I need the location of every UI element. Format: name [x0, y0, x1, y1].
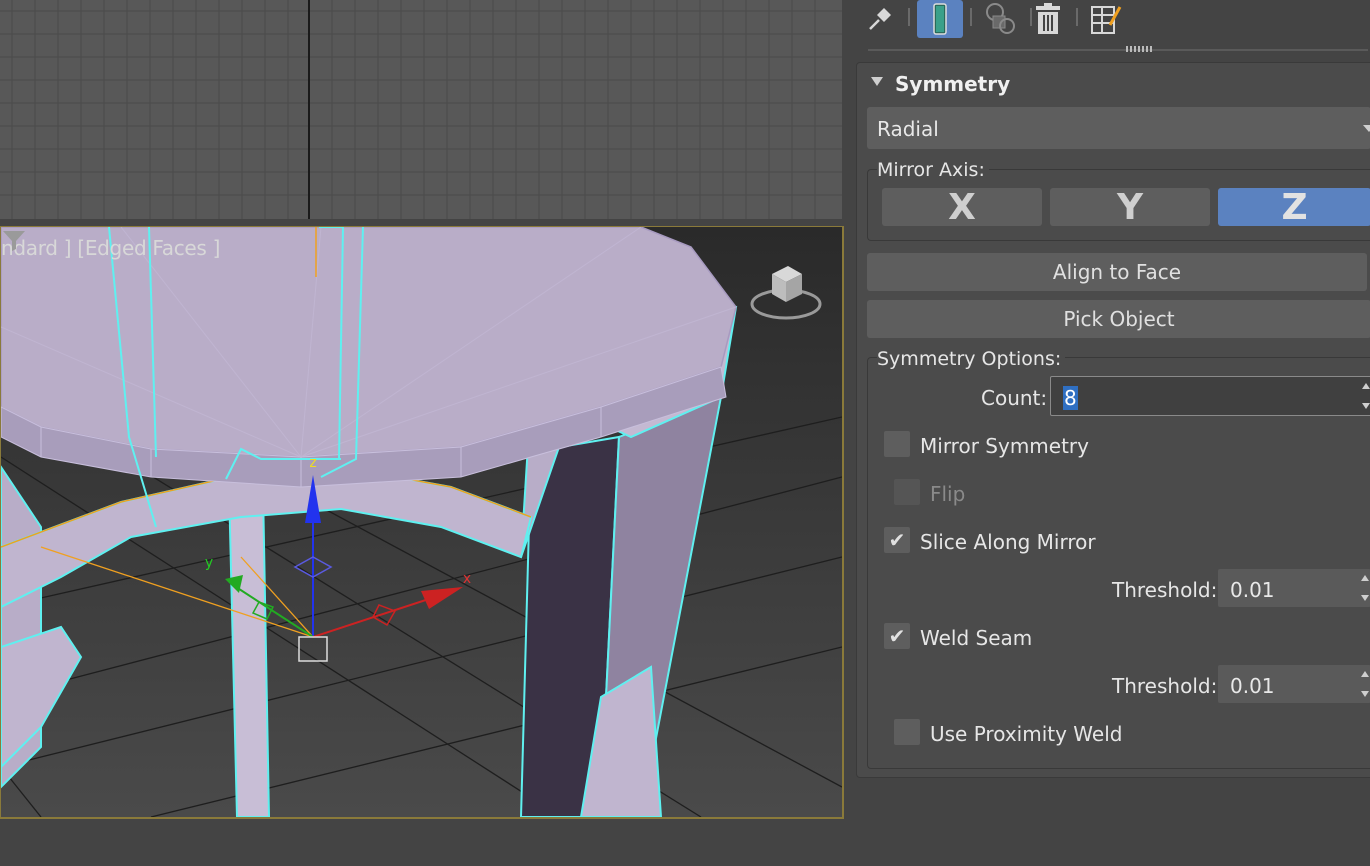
configure-sets-icon: [1091, 6, 1122, 34]
slice-along-mirror-label: Slice Along Mirror: [920, 530, 1096, 554]
toolbar-separator: [970, 8, 972, 26]
perspective-viewport[interactable]: z y x ndard ] [Edged Faces ]: [0, 226, 844, 819]
rollout-header[interactable]: Symmetry: [857, 63, 1370, 103]
weld-threshold-label: Threshold:: [1112, 674, 1218, 698]
make-unique-icon: [986, 3, 1015, 34]
symmetry-mode-dropdown[interactable]: Radial: [867, 107, 1370, 149]
mirror-symmetry-checkbox[interactable]: [884, 431, 910, 457]
weld-threshold-value[interactable]: 0.01: [1230, 674, 1275, 698]
slice-threshold-label: Threshold:: [1112, 578, 1218, 602]
use-proximity-weld-label: Use Proximity Weld: [930, 722, 1123, 746]
make-unique-button[interactable]: [978, 0, 1022, 38]
axis-x-button[interactable]: X: [882, 187, 1042, 228]
slice-along-mirror-checkbox[interactable]: ✔: [884, 527, 910, 553]
checkmark-icon: ✔: [888, 528, 906, 552]
checkmark-icon: ✔: [888, 624, 906, 648]
configure-modifier-sets-button[interactable]: [1084, 0, 1128, 38]
toolbar-separator: [1076, 8, 1078, 26]
weld-threshold-spinner[interactable]: 0.01: [1218, 665, 1370, 703]
top-viewport-grid: [0, 0, 842, 219]
command-panel: Symmetry Radial Mirror Axis: X Y Z Align…: [848, 0, 1370, 866]
spinner-arrows-icon[interactable]: [1362, 383, 1370, 409]
gizmo-x-label: x: [463, 571, 471, 587]
mirror-axis-label: Mirror Axis:: [877, 159, 989, 181]
perspective-scene: z y x: [1, 227, 842, 817]
pin-icon: [869, 8, 891, 30]
rollout-title: Symmetry: [895, 72, 1011, 96]
spinner-arrows-icon[interactable]: [1361, 671, 1369, 697]
show-end-result-button[interactable]: [917, 0, 963, 38]
symmetry-rollout: Symmetry Radial Mirror Axis: X Y Z Align…: [856, 62, 1370, 778]
viewcube-icon[interactable]: [748, 258, 824, 324]
flip-checkbox[interactable]: [894, 479, 920, 505]
dropdown-value: Radial: [877, 117, 939, 141]
count-value[interactable]: 8: [1063, 386, 1078, 410]
collapse-triangle-icon: [871, 77, 883, 86]
symmetry-options-label: Symmetry Options:: [877, 348, 1066, 370]
axis-y-button[interactable]: Y: [1050, 187, 1210, 228]
use-proximity-weld-checkbox[interactable]: [894, 719, 920, 745]
axis-z-button[interactable]: Z: [1218, 187, 1370, 228]
chevron-down-icon: [1363, 125, 1370, 132]
symmetry-options-group: [867, 357, 1370, 769]
viewport-label[interactable]: ndard ] [Edged Faces ]: [1, 236, 220, 260]
remove-modifier-button[interactable]: [1026, 0, 1070, 38]
trash-icon: [1036, 3, 1060, 34]
pick-object-button[interactable]: Pick Object: [867, 300, 1370, 338]
weld-seam-label: Weld Seam: [920, 626, 1033, 650]
pin-stack-button[interactable]: [858, 0, 902, 38]
command-panel-toolbar: [848, 0, 1370, 44]
flip-label: Flip: [930, 482, 966, 506]
slice-threshold-value[interactable]: 0.01: [1230, 578, 1275, 602]
weld-seam-checkbox[interactable]: ✔: [884, 623, 910, 649]
align-to-face-button[interactable]: Align to Face: [867, 253, 1367, 291]
mirror-symmetry-label: Mirror Symmetry: [920, 434, 1089, 458]
gizmo-y-label: y: [205, 555, 213, 571]
toolbar-separator: [908, 8, 910, 26]
slice-threshold-spinner[interactable]: 0.01: [1218, 569, 1370, 607]
filter-icon[interactable]: [1, 227, 27, 253]
gizmo-z-label: z: [309, 455, 316, 471]
resize-grip[interactable]: [1126, 46, 1152, 52]
count-label: Count:: [981, 386, 1048, 410]
spinner-arrows-icon[interactable]: [1361, 575, 1369, 601]
top-viewport[interactable]: [0, 0, 842, 219]
count-spinner[interactable]: 8: [1050, 376, 1370, 416]
modifier-tube-icon: [933, 3, 947, 35]
panel-divider: [868, 49, 1368, 51]
